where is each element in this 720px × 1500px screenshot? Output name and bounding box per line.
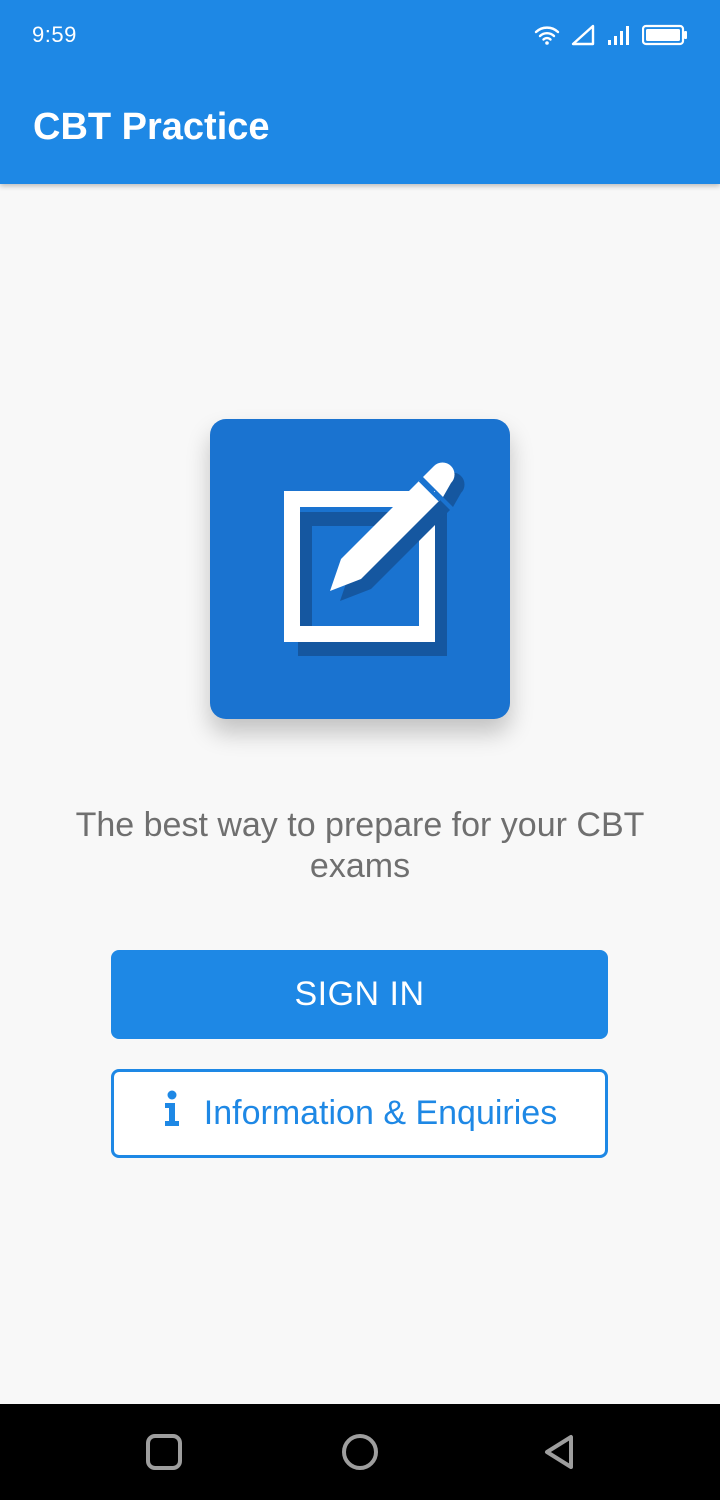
recents-square-icon — [146, 1434, 182, 1470]
information-enquiries-label: Information & Enquiries — [203, 1094, 558, 1132]
information-enquiries-button[interactable]: Information & Enquiries — [111, 1069, 608, 1158]
wifi-icon — [534, 24, 560, 46]
app-title: CBT Practice — [33, 106, 270, 148]
back-button[interactable] — [536, 1428, 584, 1476]
battery-icon — [642, 24, 688, 46]
recents-button[interactable] — [140, 1428, 188, 1476]
sign-in-label: SIGN IN — [294, 975, 425, 1013]
signal-bars-icon — [606, 24, 632, 46]
app-logo — [210, 419, 510, 719]
system-nav-bar — [0, 1404, 720, 1500]
status-time: 9:59 — [32, 22, 77, 47]
home-button[interactable] — [336, 1428, 384, 1476]
edit-square-icon — [284, 462, 465, 656]
signal-outline-icon — [570, 24, 596, 46]
tagline: The best way to prepare for your CBT exa… — [75, 806, 645, 885]
sign-in-button[interactable]: SIGN IN — [111, 950, 608, 1039]
back-triangle-icon — [545, 1435, 573, 1469]
app-bar: 9:59 CBT Practice — [0, 0, 720, 184]
info-icon — [162, 1090, 182, 1137]
status-icons — [534, 24, 688, 46]
home-circle-icon — [342, 1434, 378, 1470]
